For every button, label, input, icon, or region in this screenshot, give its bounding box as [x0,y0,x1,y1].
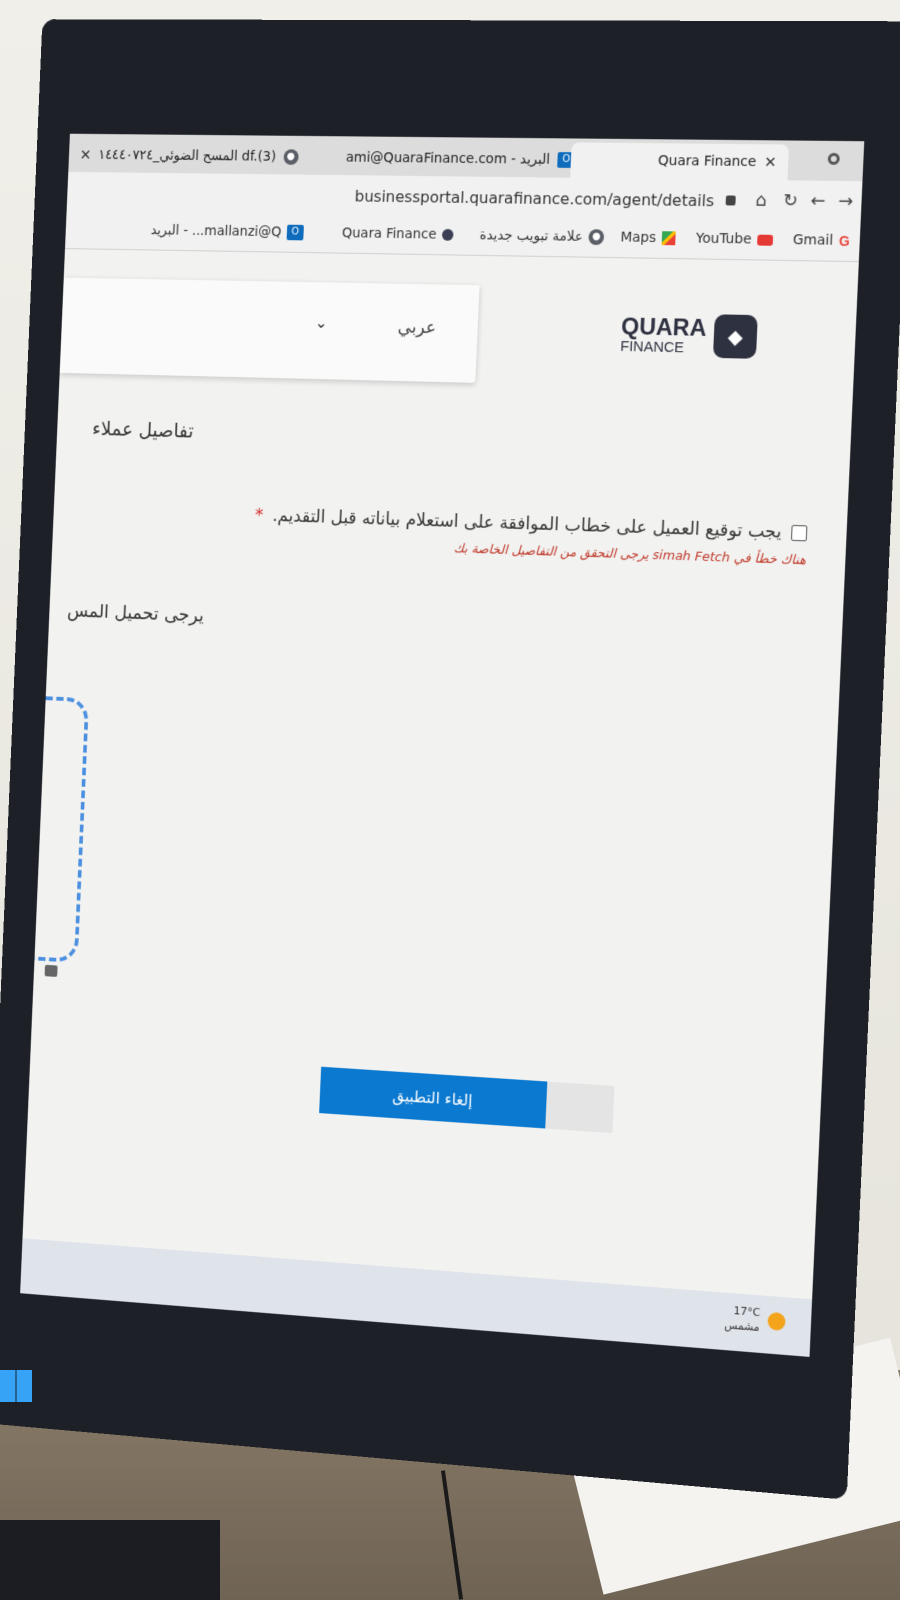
tab-title: Quara Finance [657,153,757,171]
logo-name: QUARA [620,312,708,342]
back-icon[interactable]: ← [808,191,829,212]
tab-title: البريد - ami@QuaraFinance.com [345,149,551,168]
consent-row: يجب توقيع العميل على خطاب الموافقة على ا… [254,504,808,543]
required-mark: * [254,504,264,526]
bookmark-gmail[interactable]: Gmail G [793,232,851,249]
tab-quara-finance[interactable]: ✕ Quara Finance [570,142,790,181]
bookmark-youtube[interactable]: YouTube [696,231,774,248]
section-title: تفاصيل عملاء [91,416,195,443]
sun-icon [767,1312,786,1332]
globe-icon: ● [588,229,605,246]
forward-icon[interactable]: → [835,191,856,212]
url-field[interactable]: businessportal.quarafinance.com/agent/de… [354,187,714,210]
logo-mark-icon: ◆ [712,314,758,359]
close-tab-icon[interactable]: ✕ [764,153,777,171]
secondary-button[interactable] [545,1081,615,1134]
maps-icon [661,231,676,246]
upload-label: يرجى تحميل المس [66,599,205,627]
weather-condition: مشمس [723,1318,760,1335]
chevron-down-icon: ⌄ [314,313,328,332]
monitor-stand [0,1520,220,1600]
lock-icon [44,964,58,977]
record-icon[interactable] [827,152,840,165]
weather-widget[interactable]: 17°C مشمس [724,1303,786,1338]
globe-icon: ● [282,149,299,165]
upload-dropzone[interactable] [20,693,90,963]
tab-title: df.(3) المسح الضوئي_١٤٤٤٠٧٢٤ [98,147,277,165]
language-dropdown[interactable]: عربي ⌄ [59,277,480,383]
youtube-icon [757,234,774,246]
bookmark-quara-finance[interactable]: Quara Finance [342,225,454,242]
bookmark-mail[interactable]: البريد - ...mallanzi@Q O [150,223,304,241]
outlook-icon: O [286,224,304,241]
consent-checkbox[interactable] [790,524,808,541]
windows-start-icon[interactable] [0,1370,32,1402]
gmail-icon: G [838,232,851,249]
language-label: عربي [397,316,437,339]
bookmark-maps[interactable]: Maps [620,230,676,247]
reload-icon[interactable]: ↻ [780,190,801,211]
consent-label: يجب توقيع العميل على خطاب الموافقة على ا… [271,505,782,543]
actions: إلغاء التطبيق [319,1066,615,1134]
screen: ● df.(3) المسح الضوئي_١٤٤٤٠٧٢٤ ✕ O البري… [20,133,865,1357]
page-content: عربي ⌄ QUARA FINANCE ◆ تفاصيل عملاء يجب … [20,249,859,1299]
cancel-application-button[interactable]: إلغاء التطبيق [319,1066,548,1129]
close-tab-icon[interactable]: ✕ [79,146,91,163]
quara-logo: QUARA FINANCE ◆ [620,312,758,359]
bookmark-new-tab[interactable]: علامة تبويب جديدة ● [479,228,605,246]
monitor: ● df.(3) المسح الضوئي_١٤٤٤٠٧٢٤ ✕ O البري… [0,19,900,1500]
quara-icon [441,228,454,241]
home-icon[interactable]: ⌂ [751,190,772,211]
tab-scan-pdf[interactable]: ● df.(3) المسح الضوئي_١٤٤٤٠٧٢٤ ✕ [68,138,310,175]
error-message: هناك خطأ في simah Fetch يرجى التحقق من ا… [453,541,807,569]
tab-mail[interactable]: O البريد - ami@QuaraFinance.com [334,140,587,178]
lock-icon [725,195,736,206]
